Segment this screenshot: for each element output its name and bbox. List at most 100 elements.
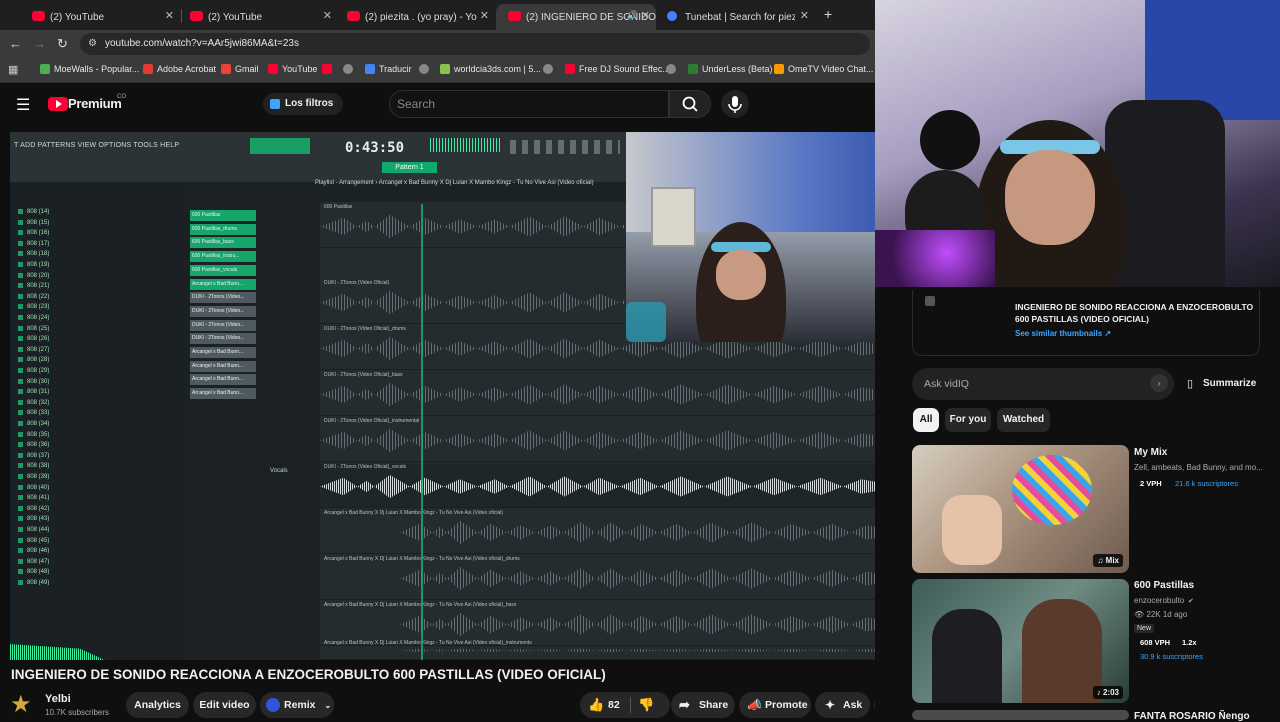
url-text[interactable]: youtube.com/watch?v=AAr5jwi86MA&t=23s	[105, 38, 299, 49]
channel-name[interactable]: Yelbi	[45, 693, 71, 705]
daw-waveform	[320, 382, 902, 407]
rec-ratio: 1.2x	[1182, 638, 1197, 647]
daw-browser-item: 808 (40)	[18, 485, 49, 491]
daw-browser-item: 808 (28)	[18, 357, 49, 363]
bookmark-item[interactable]: Free DJ Sound Effec...	[565, 64, 670, 74]
rec-title[interactable]: FANTA ROSARIO Ñengo	[1134, 711, 1250, 722]
close-tab-icon[interactable]: ✕	[480, 9, 489, 22]
rec-thumbnail[interactable]: ♫ Mix	[912, 445, 1129, 573]
tab-title: Tunebat | Search for piezita cer	[685, 11, 795, 23]
browser-tab[interactable]: (2) YouTube ✕	[20, 4, 180, 30]
site-info-icon[interactable]: ⚙	[88, 38, 97, 49]
browser-tab[interactable]: Tunebat | Search for piezita cer ✕	[655, 4, 815, 30]
daw-channel: 600 Pastillas_instru...	[190, 251, 256, 263]
rec-title[interactable]: 600 Pastillas	[1134, 580, 1194, 591]
close-tab-icon[interactable]: ✕	[165, 9, 174, 22]
chip-watched[interactable]: Watched	[997, 408, 1050, 432]
tab-title: (2) YouTube	[50, 11, 105, 23]
close-tab-icon[interactable]: ✕	[641, 9, 650, 22]
bookmark-item[interactable]	[543, 64, 557, 74]
edit-video-button[interactable]: Edit video	[193, 692, 256, 718]
voice-search-button[interactable]	[721, 90, 749, 118]
rec-vph: 608 VPH	[1140, 638, 1171, 647]
bookmark-item[interactable]: OmeTV Video Chat...	[774, 64, 873, 74]
bookmark-item[interactable]: YouTube	[268, 64, 317, 74]
bookmark-item[interactable]: UnderLess (Beta)	[688, 64, 773, 74]
daw-browser-item: 808 (39)	[18, 474, 49, 480]
forward-icon[interactable]: →	[33, 36, 46, 51]
browser-tab[interactable]: (2) YouTube ✕	[178, 4, 338, 30]
purple-light	[875, 230, 995, 287]
youtube-favicon-icon	[190, 11, 203, 21]
close-tab-icon[interactable]: ✕	[323, 9, 332, 22]
rec-channel[interactable]: enzocerobulto	[1134, 596, 1184, 605]
bookmark-item[interactable]: MoeWalls - Popular...	[40, 64, 139, 74]
daw-playhead	[421, 204, 423, 660]
daw-menu-bar: T ADD PATTERNS VIEW OPTIONS TOOLS HELP	[14, 142, 180, 149]
daw-browser-item: 808 (46)	[18, 548, 49, 554]
daw-browser-item: 808 (41)	[18, 495, 49, 501]
close-tab-icon[interactable]: ✕	[800, 9, 809, 22]
daw-browser-item: 808 (30)	[18, 379, 49, 385]
browser-tab-active[interactable]: (2) INGENIERO DE SONIDO 🔊 ✕	[496, 4, 656, 30]
daw-track: DUKI - 2Tonos (Video Oficial)_vocals	[320, 464, 902, 508]
rec-thumbnail[interactable]: ♪ 2:03	[912, 579, 1129, 703]
country-code: CO	[117, 94, 126, 100]
rec-views: 👁 22K 1d ago	[1134, 610, 1188, 619]
tunebat-favicon-icon	[667, 11, 677, 21]
remix-button[interactable]: Remix ⌄	[260, 692, 334, 718]
promote-button[interactable]: 📣 Promote	[739, 692, 811, 718]
new-tab-button[interactable]: +	[824, 6, 832, 22]
knit-hat	[1012, 455, 1092, 525]
reload-icon[interactable]: ↻	[57, 36, 68, 52]
bookmark-item[interactable]	[343, 64, 357, 74]
daw-browser-item: 808 (45)	[18, 538, 49, 544]
menu-hamburger-icon[interactable]: ☰	[16, 95, 30, 115]
bookmark-item[interactable]: Traducir	[365, 64, 412, 74]
daw-browser-item: 808 (42)	[18, 506, 49, 512]
bookmark-item[interactable]	[419, 64, 433, 74]
bookmark-item[interactable]	[322, 64, 336, 74]
search-button[interactable]	[669, 90, 711, 118]
bookmark-item[interactable]	[666, 64, 680, 74]
bookmark-item[interactable]: worldcia3ds.com | 5...	[440, 64, 541, 74]
daw-browser-item: 808 (15)	[18, 220, 49, 226]
chip-all[interactable]: All	[913, 408, 939, 432]
chevron-right-icon[interactable]: ›	[1150, 374, 1168, 392]
like-icon[interactable]: 👍	[588, 692, 604, 718]
daw-channel-rack: 600 Pastillas 600 Pastillas_drums 600 Past…	[190, 210, 256, 420]
like-count[interactable]: 82	[608, 692, 620, 718]
youtube-premium-logo[interactable]: Premium	[68, 96, 122, 111]
youtube-logo-icon[interactable]	[48, 97, 68, 111]
daw-track: Arcangel x Bad Bunny X Dj Luian X Mambo …	[320, 510, 902, 554]
browser-tab[interactable]: (2) piezita . (yo pray) - YouTube ✕	[335, 4, 495, 30]
daw-track-title: DUKI - 2Tonos (Video Oficial)_instrument…	[324, 418, 420, 424]
analytics-button[interactable]: Analytics	[126, 692, 189, 718]
summarize-button[interactable]: Summarize	[1203, 378, 1256, 389]
apps-grid-icon[interactable]: ▦	[8, 63, 18, 76]
filters-button[interactable]: Los filtros	[263, 93, 344, 115]
daw-browser-item: 808 (34)	[18, 421, 49, 427]
ask-vidiq-placeholder: Ask vidIQ	[924, 378, 969, 390]
chip-for-you[interactable]: For you	[945, 408, 991, 432]
face	[716, 250, 766, 300]
plush-toy	[920, 110, 980, 170]
dislike-icon[interactable]: 👎	[638, 692, 654, 718]
bookmark-item[interactable]: Gmail	[221, 64, 259, 74]
similar-thumbnails-link[interactable]: See similar thumbnails ↗	[1015, 329, 1111, 338]
speaker-icon[interactable]: 🔊	[627, 10, 638, 21]
share-button[interactable]: ➦ Share	[671, 692, 735, 718]
rec-title[interactable]: My Mix	[1134, 447, 1167, 458]
daw-waveform	[400, 648, 902, 653]
daw-browser-panel: 808 (14) 808 (15) 808 (16) 808 (17) 808 (18)…	[10, 182, 188, 660]
ask-button[interactable]: ✦ Ask	[815, 692, 870, 718]
rec-thumbnail[interactable]	[912, 710, 1129, 720]
channel-avatar-star-icon[interactable]: ★	[10, 692, 36, 718]
bookmark-item[interactable]: Adobe Acrobat	[143, 64, 216, 74]
daw-oscilloscope	[430, 138, 500, 152]
mix-badge: ♫ Mix	[1093, 554, 1123, 567]
daw-browser-item: 808 (37)	[18, 453, 49, 459]
video-title: INGENIERO DE SONIDO REACCIONA A ENZOCERO…	[11, 667, 606, 682]
daw-browser-item: 808 (44)	[18, 527, 49, 533]
back-icon[interactable]: ←	[9, 36, 22, 51]
